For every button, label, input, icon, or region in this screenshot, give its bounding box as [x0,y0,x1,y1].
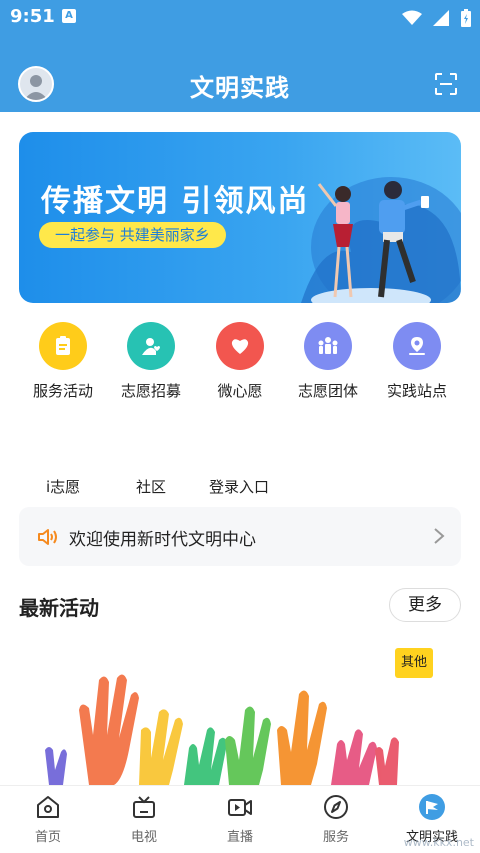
home-icon [37,796,59,818]
heart-icon [216,322,264,370]
notice-bar[interactable]: 欢迎使用新时代文明中心 [19,507,461,566]
quick-action-label: 服务活动 [32,382,93,400]
app-header: 文明实践 [0,36,480,112]
status-bar: 9:51 A [0,0,480,36]
status-time: 9:51 [10,6,55,27]
clipboard-icon [39,322,87,370]
person-heart-icon [127,322,175,370]
tab-label: 电视 [130,830,157,845]
notification-badge: A [62,9,76,23]
watermark: www.kkx.net [403,836,474,849]
quick-action-wish[interactable]: 微心愿 [195,322,285,401]
battery-icon [461,9,471,27]
tab-service[interactable]: 服务 [288,786,384,853]
group-icon [304,322,352,370]
quick-action-service[interactable]: 服务活动 [18,322,108,401]
notice-text: 欢迎使用新时代文明中心 [69,530,256,550]
system-icons [402,8,472,28]
banner-headline: 传播文明 引领风尚 [41,184,310,219]
location-icon [393,322,441,370]
live-icon [228,799,252,816]
tab-label: 直播 [226,830,253,845]
wifi-icon [402,10,422,25]
quick-action-label: 志愿团体 [297,382,358,400]
quick-action-station[interactable]: 实践站点 [372,322,462,401]
activity-tag: 其他 [395,648,433,678]
quick-actions: 服务活动 志愿招募 微心愿 志愿团体 实践站点 [0,322,480,412]
tab-tv[interactable]: 电视 [96,786,192,853]
quick-action-label: 志愿招募 [120,382,181,400]
quick-links: i志愿 社区 登录入口 [0,476,480,498]
link-login[interactable]: 登录入口 [209,476,269,497]
link-community[interactable]: 社区 [136,476,166,497]
banner-illustration [301,177,461,303]
tab-label: 首页 [34,830,61,845]
page-title: 文明实践 [190,74,290,102]
bottom-tab-bar: 首页 电视 直播 服务 文明实践 www.kkx.net [0,785,480,853]
signal-icon [433,10,449,26]
scan-icon[interactable] [434,72,458,96]
tab-live[interactable]: 直播 [192,786,288,853]
quick-action-label: 微心愿 [217,382,263,400]
quick-action-recruit[interactable]: 志愿招募 [106,322,196,401]
quick-action-group[interactable]: 志愿团体 [283,322,373,401]
tab-label: 服务 [322,830,349,845]
section-title: 最新活动 [19,596,99,620]
compass-icon [324,795,348,819]
tab-home[interactable]: 首页 [0,786,96,853]
tv-icon [133,796,155,818]
activity-card[interactable]: 其他 [19,640,461,785]
promo-banner[interactable]: 传播文明 引领风尚 一起参与 共建美丽家乡 [19,132,461,303]
more-button[interactable]: 更多 [389,588,461,622]
link-ivolunteer[interactable]: i志愿 [46,476,80,497]
quick-action-label: 实践站点 [386,382,447,400]
banner-slogan: 一起参与 共建美丽家乡 [39,222,226,248]
chevron-right-icon [434,528,445,544]
speaker-icon [38,529,57,545]
flag-icon [419,794,445,820]
